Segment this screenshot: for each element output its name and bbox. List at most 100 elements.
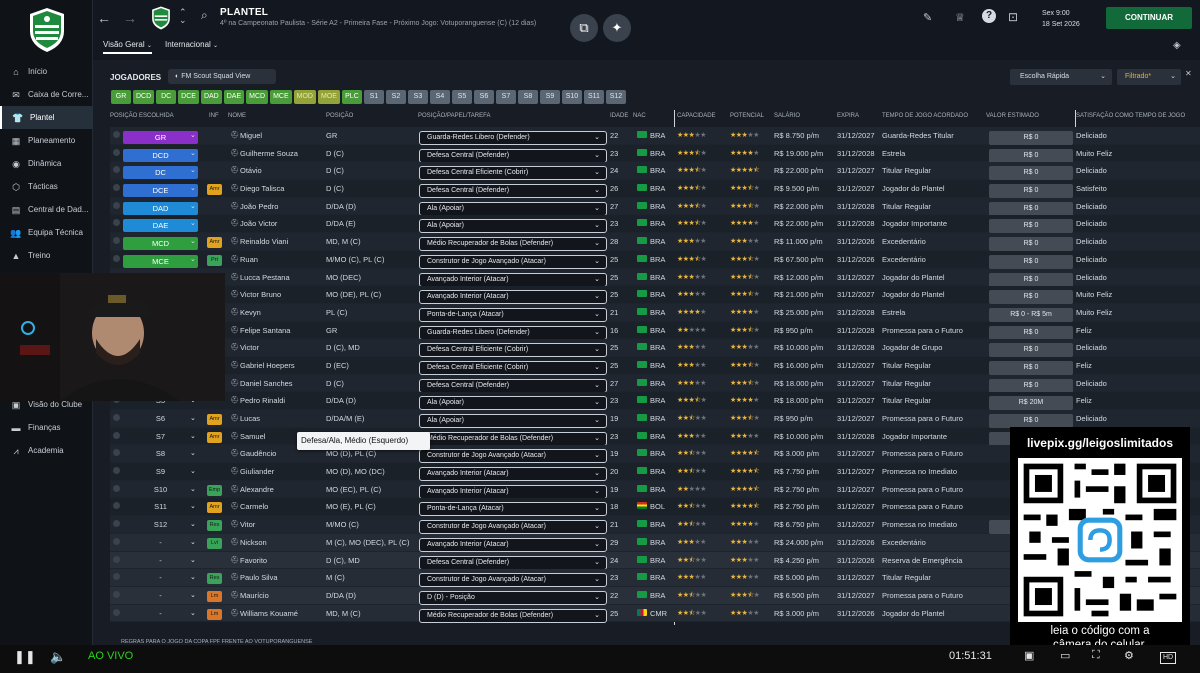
position-filter-s4[interactable]: S4 <box>429 90 450 104</box>
table-row[interactable]: PLC⌄⛑KevynPL (C)21BRAR$ 25.000 p/m31/12/… <box>110 303 1200 322</box>
row-select-toggle[interactable] <box>113 219 120 227</box>
role-dropdown[interactable]: Ala (Apoiar) ⌄ <box>419 201 607 216</box>
column-header[interactable]: INF <box>209 113 219 119</box>
role-dropdown[interactable]: Construtor de Jogo Avançado (Atacar) ⌄ <box>419 449 607 464</box>
chevron-down-icon[interactable]: ⌄ <box>190 573 196 581</box>
sidebar-item-t-cticas[interactable]: ⬡ Tácticas <box>0 175 93 198</box>
row-select-toggle[interactable] <box>113 166 120 174</box>
column-header[interactable]: POSIÇÃO <box>326 113 353 119</box>
player-name[interactable]: Gaudêncio <box>240 449 276 458</box>
table-row[interactable]: S2⌄⛑VictorD (C), MD25BRAR$ 10.000 p/m31/… <box>110 339 1200 358</box>
row-select-toggle[interactable] <box>113 537 120 545</box>
column-header[interactable]: POTENCIAL <box>730 113 764 119</box>
player-name[interactable]: Paulo Silva <box>240 573 278 582</box>
player-name[interactable]: Maurício <box>240 591 269 600</box>
position-filter-moe[interactable]: MOE <box>318 90 340 104</box>
player-name[interactable]: Ruan <box>240 255 258 264</box>
position-filter-s9[interactable]: S9 <box>539 90 560 104</box>
tab-international[interactable]: Internacional ⌄ <box>165 40 218 49</box>
row-select-toggle[interactable] <box>113 184 120 192</box>
chevron-down-icon[interactable]: ⌄ <box>190 237 196 245</box>
sidebar-item-din-mica[interactable]: ◉ Dinâmica <box>0 152 93 175</box>
player-name[interactable]: Samuel <box>240 432 265 441</box>
row-select-toggle[interactable] <box>113 520 120 528</box>
player-name[interactable]: Reinaldo Viani <box>240 237 288 246</box>
position-filter-dae[interactable]: DAE <box>223 90 245 104</box>
view-selector[interactable]: ◐ FM Scout Squad View <box>168 69 276 84</box>
player-name[interactable]: João Victor <box>240 219 277 228</box>
back-arrow-icon[interactable]: ← <box>97 10 111 26</box>
column-header[interactable]: NAC <box>633 113 646 119</box>
player-name[interactable]: Victor <box>240 343 259 352</box>
position-filter-s8[interactable]: S8 <box>517 90 538 104</box>
row-select-toggle[interactable] <box>113 449 120 457</box>
column-header[interactable]: IDADE <box>610 113 628 119</box>
role-dropdown[interactable]: Avançado Interior (Atacar) ⌄ <box>419 537 607 552</box>
chevron-down-icon[interactable]: ⌄ <box>190 502 196 510</box>
role-dropdown[interactable]: Defesa Central (Defender) ⌄ <box>419 378 607 393</box>
player-name[interactable]: Nickson <box>240 538 267 547</box>
role-dropdown[interactable]: Defesa Central Eficiente (Cobrir) ⌄ <box>419 343 607 358</box>
sidebar-item-finan-as[interactable]: ▬ Finanças <box>0 416 93 439</box>
club-badge-icon[interactable] <box>151 6 171 30</box>
selected-position[interactable]: S8 <box>123 449 198 458</box>
row-select-toggle[interactable] <box>113 201 120 209</box>
selected-position-badge[interactable]: MCD <box>123 237 198 251</box>
help-icon[interactable]: ? <box>982 9 996 23</box>
role-dropdown[interactable]: Defesa Central Eficiente (Cobrir) ⌄ <box>419 166 607 181</box>
column-header[interactable]: SATISFAÇÃO COMO TEMPO DE JOGO <box>1076 113 1185 119</box>
role-dropdown[interactable]: Avançado Interior (Atacar) ⌄ <box>419 272 607 287</box>
filter-dropdown[interactable]: Filtrado* ⌄ <box>1117 69 1181 85</box>
search-icon[interactable]: ⌕ <box>201 8 208 23</box>
selected-position-badge[interactable]: DAE <box>123 219 198 233</box>
position-filter-dc[interactable]: DC <box>156 90 177 104</box>
position-filter-s10[interactable]: S10 <box>561 90 582 104</box>
role-dropdown[interactable]: Avançado Interior (Atacar) ⌄ <box>419 484 607 499</box>
row-select-toggle[interactable] <box>113 555 120 563</box>
selected-position[interactable]: - <box>123 538 198 547</box>
selected-position-badge[interactable]: MCE <box>123 254 198 268</box>
column-header[interactable]: TEMPO DE JOGO ACORDADO <box>882 113 968 119</box>
table-row[interactable]: DAD ⌄ ⛑ João Pedro D/DA (D) 27 BRA R$ 22.000 p/… <box>110 197 1200 216</box>
selected-position-badge[interactable]: DC <box>123 166 198 180</box>
chevron-down-icon[interactable]: ⌄ <box>190 556 196 564</box>
position-filter-s1[interactable]: S1 <box>363 90 384 104</box>
chevron-down-icon[interactable]: ⌄ <box>190 219 196 227</box>
compare-icon[interactable]: ⧉ <box>570 14 598 42</box>
selected-position[interactable]: S10 <box>123 485 198 494</box>
chevron-down-icon[interactable]: ⌄ <box>190 149 196 157</box>
column-header[interactable]: CAPACIDADE <box>677 113 716 119</box>
role-dropdown[interactable]: Guarda-Redes Libero (Defender) ⌄ <box>419 325 607 340</box>
continue-button[interactable]: CONTINUAR <box>1106 7 1192 29</box>
table-row[interactable]: S3⌄⛑Gabriel HoepersD (EC)25BRAR$ 16.000 … <box>110 356 1200 375</box>
theater-icon[interactable]: ▭ <box>1060 649 1070 662</box>
position-filter-s2[interactable]: S2 <box>385 90 406 104</box>
role-dropdown[interactable]: Médio Recuperador de Bolas (Defender) ⌄ <box>419 237 607 252</box>
player-name[interactable]: Guilherme Souza <box>240 149 298 158</box>
selected-position-badge[interactable]: GR <box>123 131 198 144</box>
player-name[interactable]: Williams Kouamé <box>240 609 298 618</box>
selected-position[interactable]: S12 <box>123 520 198 529</box>
chevron-down-icon[interactable]: ⌄ <box>190 166 196 174</box>
selected-position-badge[interactable]: DAD <box>123 201 198 215</box>
player-name[interactable]: Giuliander <box>240 467 274 476</box>
row-select-toggle[interactable] <box>113 608 120 616</box>
role-dropdown[interactable]: Médio Recuperador de Bolas (Defender) ⌄ <box>419 431 607 446</box>
table-row[interactable]: MOD⌄⛑Lucca PestanaMO (DEC)25BRAR$ 12.000… <box>110 268 1200 287</box>
selected-position[interactable]: S6 <box>123 414 198 423</box>
role-dropdown[interactable]: Ponta-de-Lança (Atacar) ⌄ <box>419 307 607 322</box>
table-row[interactable]: DCD ⌄ ⛑ Guilherme Souza D (C) 23 BRA R$ 19.000 … <box>110 144 1200 163</box>
role-dropdown[interactable]: Defesa Central Eficiente (Cobrir) ⌄ <box>419 360 607 375</box>
player-name[interactable]: Victor Bruno <box>240 290 281 299</box>
role-dropdown[interactable]: D (D) - Posição ⌄ <box>419 590 607 605</box>
sparkle-icon[interactable]: ✦ <box>603 14 631 42</box>
player-name[interactable]: Carmelo <box>240 502 268 511</box>
table-row[interactable]: MCD ⌄ Amr ⛑ Reinaldo Viani MD, M (C) 28 BRA R$ 1… <box>110 233 1200 252</box>
fullscreen-icon[interactable]: ⛶ <box>1092 649 1100 662</box>
table-row[interactable]: MCE ⌄ Prt ⛑ Ruan M/MO (C), PL (C) 25 BRA R$ 67.5… <box>110 250 1200 269</box>
volume-icon[interactable]: 🔈 <box>50 649 66 665</box>
position-filter-mod[interactable]: MOD <box>293 90 316 104</box>
player-name[interactable]: Pedro Rinaldi <box>240 396 285 405</box>
selected-position[interactable]: S11 <box>123 502 198 511</box>
role-dropdown[interactable]: Ala (Apoiar) ⌄ <box>419 219 607 234</box>
